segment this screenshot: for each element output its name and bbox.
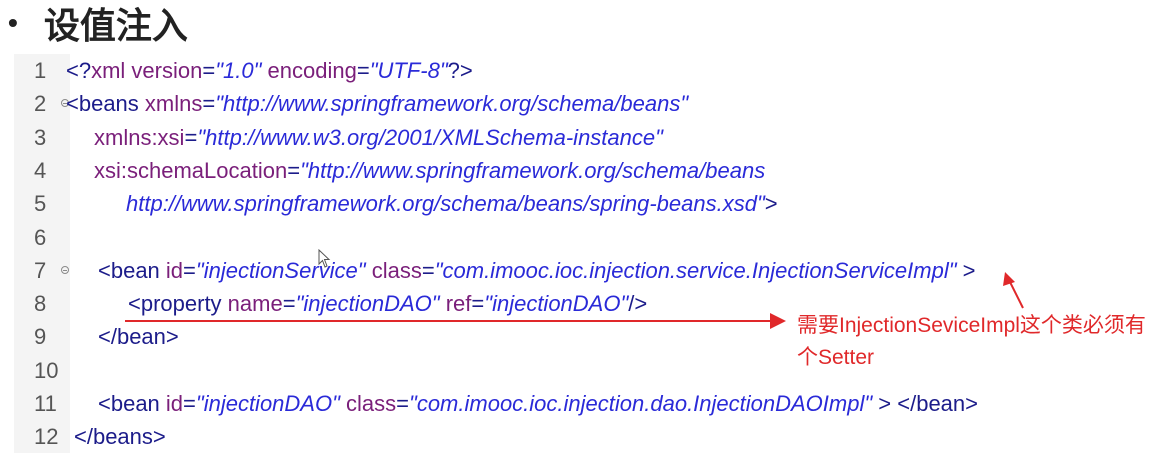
xml-attribute: encoding bbox=[267, 58, 357, 83]
xml-attribute: class bbox=[371, 257, 422, 283]
xml-value: "http://www.w3.org/2001/XMLSchema-instan… bbox=[197, 124, 663, 150]
bullet: • bbox=[8, 7, 18, 38]
xml-value: "injectionService" bbox=[195, 257, 366, 283]
xml-value: "http://www.springframework.org/schema/b… bbox=[300, 157, 766, 183]
code-line: 11 <bean id="injectionDAO" class="com.imo… bbox=[14, 387, 1168, 421]
line-number: 11 bbox=[34, 391, 57, 416]
slide-heading: • 设值注入 bbox=[8, 0, 188, 46]
code-text: xmlns:xsi="http://www.w3.org/2001/XMLSch… bbox=[94, 121, 663, 155]
line-number: 7 bbox=[34, 257, 47, 283]
xml-tag: <property bbox=[128, 291, 228, 317]
code-text: <?xml version="1.0" encoding="UTF-8"?> bbox=[66, 54, 473, 88]
code-line: 4 xsi:schemaLocation="http://www.springfr… bbox=[14, 154, 1168, 188]
xml-attribute: xsi:schemaLocation bbox=[94, 157, 288, 183]
annotation-pointer-arrow bbox=[1003, 272, 1024, 309]
code-editor[interactable]: 1 <?xml version="1.0" encoding="UTF-8"?> 2… bbox=[14, 54, 1168, 453]
xml-tag: <? bbox=[66, 58, 92, 83]
code-line: 5 http://www.springframework.org/schema/b… bbox=[14, 187, 1168, 221]
xml-tag: <bean bbox=[98, 391, 166, 416]
line-number: 10 bbox=[34, 357, 59, 383]
annotation-underline bbox=[125, 320, 773, 322]
xml-attribute: id bbox=[165, 257, 184, 283]
xml-tag: /> bbox=[628, 291, 648, 317]
line-number: 3 bbox=[34, 124, 47, 150]
line-number: 8 bbox=[34, 291, 47, 317]
code-text: </beans> bbox=[74, 420, 166, 454]
annotation-note: 需要InjectionSeviceImpl这个类必须有个Setter bbox=[797, 314, 1146, 369]
xml-attribute: id bbox=[165, 391, 184, 416]
xml-value: "injectionDAO" bbox=[195, 391, 340, 416]
annotation-arrow-icon bbox=[770, 313, 786, 329]
mouse-cursor-icon bbox=[318, 249, 331, 268]
xml-attribute: class bbox=[346, 391, 397, 416]
xml-tag: <beans bbox=[66, 91, 145, 117]
line-number: 6 bbox=[34, 224, 47, 250]
line-number: 4 bbox=[34, 157, 47, 183]
xml-tag: </beans> bbox=[74, 424, 166, 450]
code-line: 1 <?xml version="1.0" encoding="UTF-8"?> bbox=[14, 54, 1168, 88]
xml-tag: </bean> bbox=[98, 324, 179, 350]
line-number: 9 bbox=[34, 324, 47, 350]
xml-tag: = bbox=[282, 291, 296, 317]
code-text: <property name="injectionDAO" ref="injec… bbox=[128, 287, 647, 321]
code-line: 6 bbox=[14, 221, 1168, 255]
xml-value: "injectionDAO" bbox=[484, 291, 629, 317]
xml-tag: = bbox=[183, 391, 196, 416]
xml-value: "com.imooc.ioc.injection.service.Injecti… bbox=[434, 257, 957, 283]
xml-value: "http://www.springframework.org/schema/b… bbox=[215, 91, 689, 117]
line-number: 12 bbox=[34, 424, 59, 450]
code-line: 3 xmlns:xsi="http://www.w3.org/2001/XMLSc… bbox=[14, 121, 1168, 155]
xml-attribute: xml version bbox=[91, 58, 203, 83]
xml-tag: = bbox=[202, 91, 216, 117]
xml-tag: > bbox=[764, 191, 778, 217]
xml-tag: > </bean> bbox=[872, 391, 978, 416]
code-text: </bean> bbox=[98, 320, 179, 354]
xml-tag: ?> bbox=[447, 58, 473, 83]
line-number: 2 bbox=[34, 91, 47, 117]
xml-tag: = bbox=[184, 124, 198, 150]
xml-value: "com.imooc.ioc.injection.dao.InjectionDA… bbox=[409, 391, 873, 416]
code-text: xsi:schemaLocation="http://www.springfra… bbox=[94, 154, 765, 188]
xml-tag: = bbox=[183, 257, 196, 283]
xml-tag: > bbox=[956, 257, 976, 283]
xml-tag: = bbox=[356, 58, 370, 83]
code-text: http://www.springframework.org/schema/be… bbox=[126, 187, 778, 221]
line-number: 1 bbox=[34, 58, 47, 83]
code-text: <beans xmlns="http://www.springframework… bbox=[66, 87, 688, 121]
xml-attribute: ref bbox=[445, 291, 472, 317]
xml-tag: = bbox=[287, 157, 301, 183]
line-number: 5 bbox=[34, 191, 47, 217]
slide-title: 设值注入 bbox=[43, 5, 188, 46]
xml-tag: = bbox=[471, 291, 485, 317]
xml-value: "UTF-8" bbox=[369, 58, 448, 83]
xml-value: http://www.springframework.org/schema/be… bbox=[126, 191, 765, 217]
code-text: <bean id="injectionDAO" class="com.imooc… bbox=[98, 387, 978, 421]
xml-tag: = bbox=[396, 391, 410, 416]
xml-tag: = bbox=[421, 257, 435, 283]
xml-value: "1.0" bbox=[215, 58, 262, 83]
code-text: <bean id="injectionService" class="com.i… bbox=[98, 254, 975, 288]
xml-tag: <bean bbox=[98, 257, 166, 283]
code-line: 2 <beans xmlns="http://www.springframewor… bbox=[14, 87, 1168, 121]
xml-tag: = bbox=[202, 58, 216, 83]
fold-toggle-icon[interactable] bbox=[61, 265, 69, 274]
xml-attribute: xmlns bbox=[144, 91, 203, 117]
xml-attribute: name bbox=[227, 291, 283, 317]
code-line: 12 </beans> bbox=[14, 420, 1168, 454]
xml-value: "injectionDAO" bbox=[295, 291, 440, 317]
xml-attribute: xmlns:xsi bbox=[94, 124, 185, 150]
